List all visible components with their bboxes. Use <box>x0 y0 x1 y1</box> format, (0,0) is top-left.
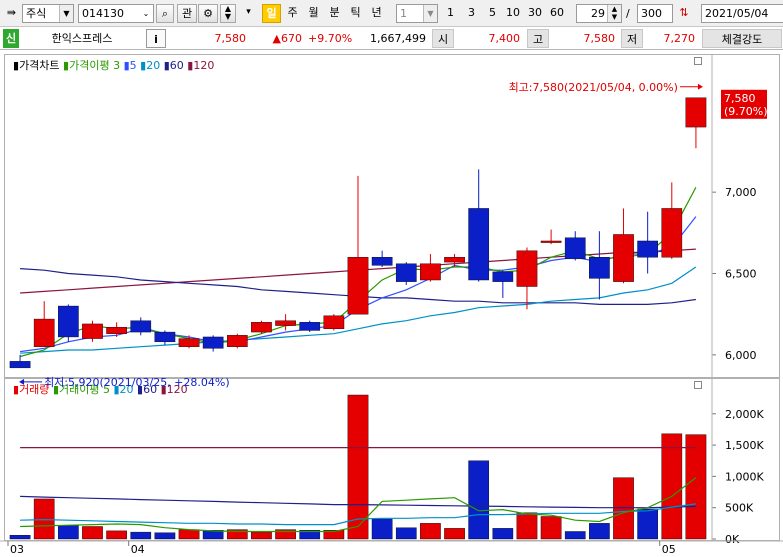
count-stepper[interactable]: 29 ▲ ▼ <box>576 4 622 23</box>
legend-ma3: 3 <box>113 59 121 72</box>
legend-ma5: 5 <box>129 59 137 72</box>
price-legend: ▮가격차트 ▮가격이평 3 ▮5 ▮20 ▮60 ▮120 <box>13 57 214 73</box>
count-stepper-value: 29 <box>591 7 605 20</box>
open-price: 7,400 <box>488 32 521 45</box>
panel-menu-button[interactable] <box>694 57 702 65</box>
tab-daily[interactable]: 일 <box>262 4 281 23</box>
stock-name: 한익스프레스 <box>51 32 113 45</box>
tab-tick-label: 틱 <box>350 6 361 19</box>
tab-minute[interactable]: 분 <box>325 4 344 23</box>
chevron-down-icon: ⌄ <box>139 5 153 22</box>
interval-1-button[interactable]: 1 <box>441 4 460 23</box>
interval-select[interactable]: 1 ▼ <box>396 4 438 23</box>
legend-volume: 거래량 <box>19 383 50 396</box>
x-tick-label: 05 <box>662 543 676 556</box>
tab-daily-label: 일 <box>266 7 277 20</box>
interval-label: 60 <box>550 6 564 19</box>
scroll-stepper[interactable]: ▲ ▼ <box>220 4 236 23</box>
tab-monthly[interactable]: 월 <box>304 4 323 23</box>
legend-ma60: 60 <box>169 59 184 72</box>
open-label: 시 <box>432 29 454 48</box>
legend-volume-ma: 거래이평 <box>59 383 100 396</box>
tab-minute-label: 분 <box>329 6 340 19</box>
legend-ma120: 120 <box>193 59 215 72</box>
date-input-value: 2021/05/04 <box>705 7 769 20</box>
refresh-icon[interactable]: ⇅ <box>675 4 693 23</box>
menu-arrow-icon[interactable]: ⇛ <box>3 4 20 23</box>
interval-select-value: 1 <box>400 7 407 20</box>
panel-menu-button[interactable] <box>694 381 702 389</box>
tab-weekly-label: 주 <box>287 6 298 19</box>
quote-bar: 신 한익스프레스 i 7,580 ▲670 +9.70% 1,667,499 시… <box>0 27 783 50</box>
tab-yearly[interactable]: 년 <box>367 4 386 23</box>
current-price: 7,580 <box>214 32 247 45</box>
low-label: 저 <box>621 29 643 48</box>
interval-60-button[interactable]: 60 <box>547 4 567 23</box>
interest-label: 관 <box>181 7 193 20</box>
code-input-value: 014130 <box>82 7 124 20</box>
interval-label: 10 <box>506 6 520 19</box>
legend-vma20: 20 <box>119 383 134 396</box>
total-input-value: 300 <box>641 7 662 20</box>
x-tick-label: 03 <box>10 543 24 556</box>
legend-vma60: 60 <box>143 383 158 396</box>
market-select[interactable]: 주식 ▼ <box>22 4 74 23</box>
chevron-down-icon: ▼ <box>423 5 437 22</box>
legend-vma120: 120 <box>166 383 188 396</box>
search-icon: ⌕ <box>161 7 169 20</box>
up-down-icon: ▲ ▼ <box>224 4 232 21</box>
chevron-down-icon[interactable]: ▾ <box>241 4 256 23</box>
high-label: 고 <box>527 29 549 48</box>
chevron-down-icon: ▼ <box>59 5 73 22</box>
trade-volume: 1,667,499 <box>370 32 426 45</box>
date-input[interactable]: 2021/05/04 <box>701 4 783 23</box>
credit-badge: 신 <box>3 29 19 48</box>
legend-price-ma: 가격이평 <box>69 59 110 72</box>
count-separator: / <box>626 7 630 20</box>
price-change: ▲670 <box>272 32 302 45</box>
settings-button[interactable]: ⚙ <box>198 4 218 23</box>
interval-label: 30 <box>528 6 542 19</box>
interval-10-button[interactable]: 10 <box>503 4 523 23</box>
legend-ma20: 20 <box>146 59 161 72</box>
volume-legend: ▮거래량 ▮거래이평 5 ▮20 ▮60 ▮120 <box>13 381 188 397</box>
x-tick-label: 04 <box>131 543 145 556</box>
interval-3-button[interactable]: 3 <box>462 4 481 23</box>
code-input[interactable]: 014130 ⌄ <box>78 4 154 23</box>
info-button[interactable]: i <box>146 29 166 48</box>
market-select-value: 주식 <box>26 7 47 20</box>
high-price: 7,580 <box>583 32 616 45</box>
interest-button[interactable]: 관 <box>177 4 197 23</box>
volume-chart-panel[interactable]: ▮거래량 ▮거래이평 5 ▮20 ▮60 ▮120 <box>4 378 780 541</box>
tab-monthly-label: 월 <box>308 6 319 19</box>
interval-label: 3 <box>468 6 475 19</box>
tab-yearly-label: 년 <box>371 6 382 19</box>
tab-tick[interactable]: 틱 <box>346 4 365 23</box>
up-down-icon: ▲ ▼ <box>607 5 621 22</box>
toolbar: ⇛ 주식 ▼ 014130 ⌄ ⌕ 관 ⚙ ▲ ▼ ▾ 일 주 월 분 틱 년 1… <box>0 0 783 27</box>
tab-weekly[interactable]: 주 <box>283 4 302 23</box>
trade-strength-label: 체결강도 <box>702 29 782 48</box>
legend-price-chart: 가격차트 <box>19 59 60 72</box>
interval-5-button[interactable]: 5 <box>483 4 502 23</box>
price-chart-panel[interactable]: ▮가격차트 ▮가격이평 3 ▮5 ▮20 ▮60 ▮120 <box>4 54 780 378</box>
interval-30-button[interactable]: 30 <box>525 4 545 23</box>
interval-label: 5 <box>489 6 496 19</box>
interval-label: 1 <box>447 6 454 19</box>
search-button[interactable]: ⌕ <box>156 4 174 23</box>
gear-icon: ⚙ <box>203 7 213 20</box>
total-input[interactable]: 300 <box>637 4 673 23</box>
legend-vma5: 5 <box>102 383 110 396</box>
change-rate: +9.70% <box>308 32 353 45</box>
low-price: 7,270 <box>663 32 696 45</box>
